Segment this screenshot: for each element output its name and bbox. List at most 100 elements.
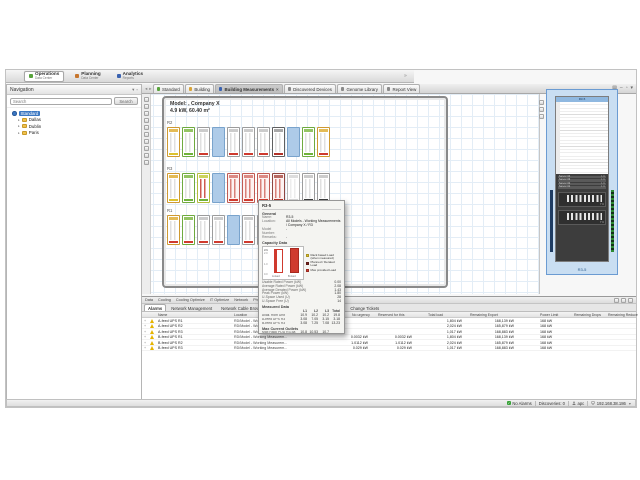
row-expand-icon[interactable]: + xyxy=(144,346,149,350)
panel-menu-icon[interactable]: ▾ xyxy=(132,87,134,93)
canvas-tool-icon[interactable] xyxy=(144,139,149,144)
rack[interactable] xyxy=(167,173,180,203)
blade-enclosure[interactable]: 7 U xyxy=(558,192,606,207)
minimize-icon[interactable]: – xyxy=(620,85,623,91)
editor-tab[interactable]: Standard × xyxy=(153,84,184,93)
expand-icon[interactable]: ▸ xyxy=(18,131,20,135)
row-expand-icon[interactable]: + xyxy=(144,341,149,345)
rack-elevation[interactable]: R3-5 Server 04 1 U Server 03 1 U xyxy=(555,96,609,262)
rack[interactable] xyxy=(287,173,300,203)
rack[interactable] xyxy=(257,127,270,157)
rack-pdu-left[interactable] xyxy=(550,190,553,252)
rack[interactable] xyxy=(182,215,195,245)
back-icon[interactable]: ◂ xyxy=(145,86,147,92)
discoveries-status[interactable]: Discoveries: 0 xyxy=(539,401,565,406)
view-tab[interactable]: Cooling xyxy=(158,298,171,302)
rack-elevation-panel[interactable]: R3-5 Server 04 1 U Server 03 1 U xyxy=(546,89,618,275)
search-button[interactable]: Search xyxy=(114,97,138,105)
rack[interactable] xyxy=(242,173,255,203)
tree-item[interactable]: ▸ Paris xyxy=(9,130,139,137)
navigation-title: Navigation xyxy=(10,87,34,93)
server-unit[interactable]: Server 01 1 U xyxy=(558,186,606,189)
rack-status-strip xyxy=(289,175,298,178)
alarm-status[interactable]: ✓ No Alarms xyxy=(507,401,532,406)
rack[interactable] xyxy=(287,127,300,157)
canvas-tool-icon[interactable] xyxy=(144,118,149,123)
rack[interactable] xyxy=(212,215,225,245)
view-tab[interactable]: IT Optimize xyxy=(210,298,229,302)
row-expand-icon[interactable]: + xyxy=(144,324,149,328)
expand-icon[interactable]: ▸ xyxy=(18,124,20,128)
rack[interactable] xyxy=(227,127,240,157)
perspective-tab[interactable]: Planning Data Center xyxy=(70,71,105,82)
rack[interactable] xyxy=(302,173,315,203)
rack[interactable] xyxy=(272,173,285,203)
row-expand-icon[interactable]: + xyxy=(144,330,149,334)
rack[interactable] xyxy=(317,173,330,203)
row-expand-icon[interactable]: + xyxy=(144,319,149,323)
expand-icon[interactable]: ▸ xyxy=(18,118,20,122)
canvas-tool-icon[interactable] xyxy=(144,132,149,137)
perspective-tab[interactable]: Operations Data Center xyxy=(24,71,64,82)
rack[interactable] xyxy=(182,173,195,203)
view-menu-icon[interactable]: ▾ xyxy=(630,85,633,91)
canvas-tool-icon[interactable] xyxy=(144,97,149,102)
forward-icon[interactable]: ▸ xyxy=(149,86,151,92)
canvas-tool-icon[interactable] xyxy=(144,125,149,130)
rack[interactable] xyxy=(302,127,315,157)
maximize-icon[interactable]: ▫ xyxy=(626,85,628,91)
rack[interactable] xyxy=(257,173,270,203)
overflow-chevron-icon[interactable]: » xyxy=(404,73,407,79)
canvas-tool-icon[interactable] xyxy=(144,160,149,165)
editor-tab[interactable]: Discovered Devices × xyxy=(284,84,336,93)
panel-layout-icon[interactable] xyxy=(614,298,619,303)
panel-tool-icon[interactable] xyxy=(539,100,544,105)
rack-status-strip xyxy=(199,175,208,178)
canvas-tool-icon[interactable] xyxy=(144,111,149,116)
rack[interactable] xyxy=(242,127,255,157)
canvas-tool-icon[interactable] xyxy=(144,153,149,158)
panel-detach-icon[interactable]: ▫ xyxy=(136,87,138,93)
server-connection[interactable]: 192.168.38.186 xyxy=(591,401,626,406)
view-tab[interactable]: Cooling Optimize xyxy=(176,298,205,302)
rack[interactable] xyxy=(182,127,195,157)
editor-tab[interactable]: Building Measurements × xyxy=(215,84,283,93)
rack[interactable] xyxy=(197,215,210,245)
canvas-tool-icon[interactable] xyxy=(144,104,149,109)
rack[interactable] xyxy=(317,127,330,157)
measured-row: B-feed UPS R3 3.08 7.25 7.08 13.23 xyxy=(262,322,341,326)
blade-enclosure[interactable]: 7 U xyxy=(558,210,606,225)
rack[interactable] xyxy=(197,173,210,203)
rack[interactable] xyxy=(242,215,255,245)
panel-tool-icon[interactable] xyxy=(539,107,544,112)
panel-tool-icon[interactable] xyxy=(539,114,544,119)
close-icon[interactable]: × xyxy=(276,87,279,92)
perspective-tab[interactable]: Analytics Reports xyxy=(112,71,148,82)
panel-menu-icon[interactable] xyxy=(628,298,633,303)
editor-tab[interactable]: Building × xyxy=(185,84,214,93)
bottom-tab[interactable]: Change Tickets xyxy=(346,304,383,311)
rack[interactable] xyxy=(227,173,240,203)
search-input[interactable] xyxy=(10,98,112,105)
rack[interactable] xyxy=(212,127,225,157)
table-row[interactable]: + B-feed UPS R3 RD/Model - Working Measu… xyxy=(142,346,636,352)
rack-pdu-right[interactable] xyxy=(611,190,614,252)
rack[interactable] xyxy=(212,173,225,203)
bottom-tab[interactable]: Network Management xyxy=(167,304,216,311)
logged-in-user[interactable]: apc xyxy=(572,401,584,406)
rack[interactable] xyxy=(167,127,180,157)
status-menu-icon[interactable]: ▾ xyxy=(629,401,631,406)
rack[interactable] xyxy=(167,215,180,245)
rack[interactable] xyxy=(197,127,210,157)
view-tab[interactable]: Network xyxy=(234,298,248,302)
rack[interactable] xyxy=(227,215,240,245)
bottom-tab[interactable]: Alarms xyxy=(144,304,166,311)
rack[interactable] xyxy=(272,127,285,157)
view-tab[interactable]: Data xyxy=(145,298,153,302)
canvas-tool-icon[interactable] xyxy=(144,146,149,151)
editor-tab[interactable]: Report View × xyxy=(383,84,420,93)
editor-tab[interactable]: Genome Library × xyxy=(337,84,382,93)
row-expand-icon[interactable]: + xyxy=(144,335,149,339)
row-power-limit: 168 kW xyxy=(540,324,580,328)
panel-edit-icon[interactable] xyxy=(621,298,626,303)
